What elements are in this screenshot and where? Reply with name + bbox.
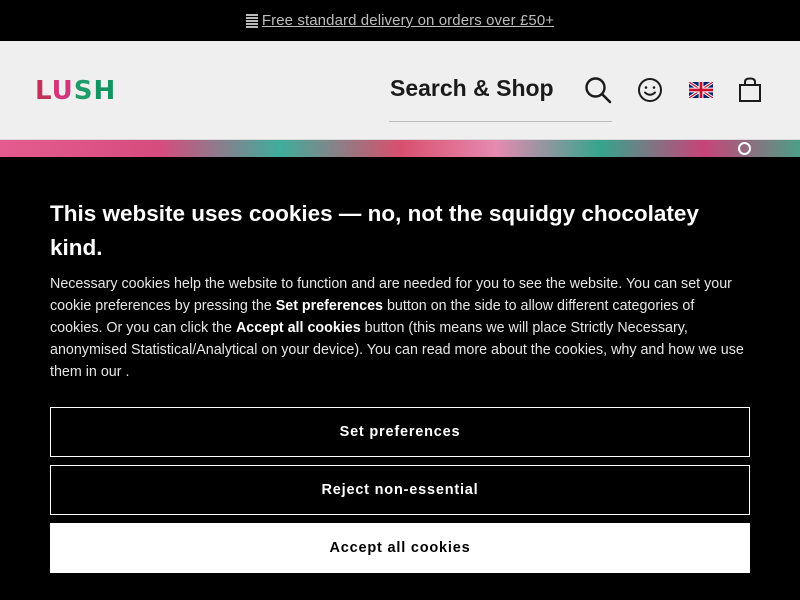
free-delivery-link[interactable]: Free standard delivery on orders over £5…: [262, 12, 554, 29]
logo-letter: L: [35, 76, 52, 106]
carousel-dot-icon[interactable]: [738, 142, 751, 155]
logo-letter: S: [73, 76, 94, 106]
cookie-text-bold: Set preferences: [275, 298, 383, 314]
cookie-description: Necessary cookies help the website to fu…: [50, 273, 750, 383]
reject-non-essential-button[interactable]: Reject non-essential: [50, 465, 750, 515]
set-preferences-button[interactable]: Set preferences: [50, 407, 750, 457]
delivery-box-icon: [245, 13, 258, 28]
cookie-text-bold: Accept all cookies: [235, 320, 361, 336]
uk-flag-icon[interactable]: [686, 75, 716, 105]
promo-bar: Free standard delivery on orders over £5…: [0, 0, 800, 41]
site-header: LUSH Search & Shop: [0, 41, 800, 140]
accept-all-cookies-button[interactable]: Accept all cookies: [50, 523, 750, 573]
search-icon[interactable]: [583, 75, 613, 105]
lush-logo[interactable]: LUSH: [35, 76, 116, 106]
cookie-banner: This website uses cookies — no, not the …: [0, 157, 800, 600]
logo-letter: H: [93, 76, 117, 106]
account-smiley-icon[interactable]: [635, 75, 665, 105]
search-underline: [389, 121, 612, 122]
logo-letter: U: [51, 76, 74, 106]
hero-banner: [0, 140, 800, 157]
cookie-title: This website uses cookies — no, not the …: [50, 201, 699, 260]
shopping-bag-icon[interactable]: [735, 75, 765, 105]
search-shop-button[interactable]: Search & Shop: [390, 75, 554, 102]
